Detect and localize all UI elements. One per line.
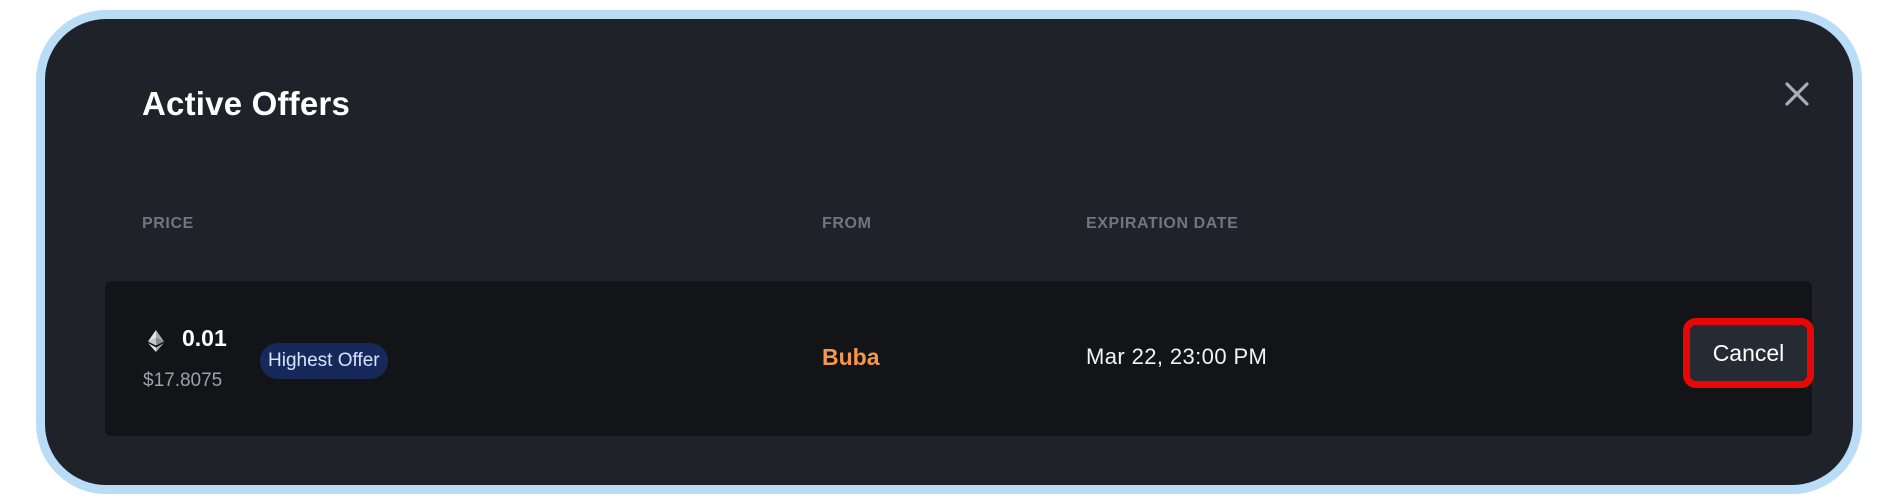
cancel-button-container[interactable]: Cancel [1683,318,1814,388]
cancel-button[interactable]: Cancel [1690,325,1807,381]
modal-title: Active Offers [142,85,351,122]
close-button[interactable] [1777,74,1817,114]
highest-offer-badge: Highest Offer [260,343,388,379]
price-eth-value: 0.01 [182,325,227,351]
offer-row: 0.01 $17.8075 Highest Offer Buba Mar 22,… [105,281,1814,436]
price-usd-value: $17.8075 [143,370,223,391]
active-offers-modal: Active Offers PRICE FROM EXPIRATION DATE… [36,10,1862,494]
from-user-link[interactable]: Buba [822,344,880,371]
ethereum-icon [148,330,164,352]
expiration-date: Mar 22, 23:00 PM [1086,344,1268,369]
column-header-price: PRICE [142,215,194,232]
column-header-from: FROM [822,215,872,232]
column-header-expiration-date: EXPIRATION DATE [1086,215,1239,232]
close-icon[interactable] [1777,74,1817,114]
